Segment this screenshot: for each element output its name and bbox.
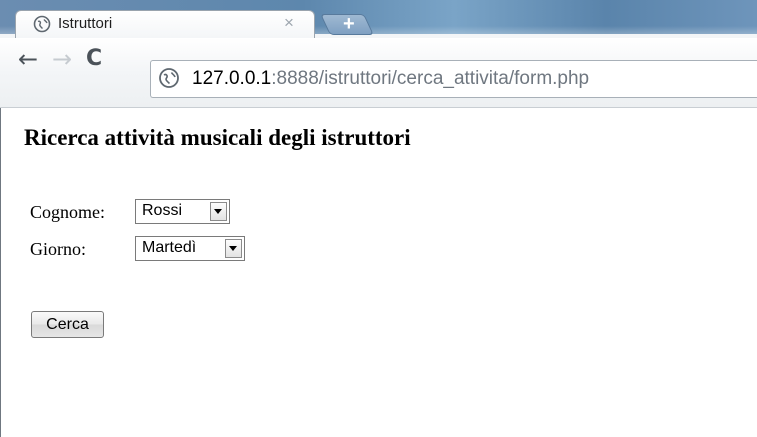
- url-path: :8888/istruttori/cerca_attivita/form.php: [271, 68, 590, 89]
- forward-arrow-icon[interactable]: →: [52, 44, 72, 74]
- url-text[interactable]: 127.0.0.1:8888/istruttori/cerca_attivita…: [192, 67, 589, 91]
- tab-close-icon[interactable]: ×: [284, 14, 294, 32]
- browser-chrome: Istruttori × + ← → C 127.0.0.1:8888/istr…: [0, 0, 757, 108]
- page-title: Ricerca attività musicali degli istrutto…: [24, 125, 411, 150]
- cognome-selected-value: Rossi: [142, 202, 183, 219]
- chevron-down-icon[interactable]: [210, 202, 227, 221]
- giorno-label: Giorno:: [30, 239, 86, 259]
- url-host: 127.0.0.1: [192, 68, 272, 89]
- plus-icon[interactable]: +: [343, 12, 355, 36]
- cognome-label: Cognome:: [30, 202, 105, 222]
- chevron-down-icon[interactable]: [225, 239, 242, 258]
- back-arrow-icon[interactable]: ←: [18, 44, 38, 74]
- globe-icon: [33, 15, 51, 33]
- reload-icon[interactable]: C: [86, 44, 102, 74]
- cognome-select[interactable]: Rossi: [135, 199, 230, 224]
- tab-istruttori[interactable]: Istruttori ×: [15, 10, 315, 38]
- page-content: [0, 108, 757, 437]
- globe-icon: [159, 68, 179, 88]
- giorno-selected-value: Martedì: [142, 239, 197, 256]
- cerca-button[interactable]: Cerca: [31, 311, 104, 338]
- giorno-select[interactable]: Martedì: [135, 236, 245, 261]
- tab-title: Istruttori: [58, 15, 113, 32]
